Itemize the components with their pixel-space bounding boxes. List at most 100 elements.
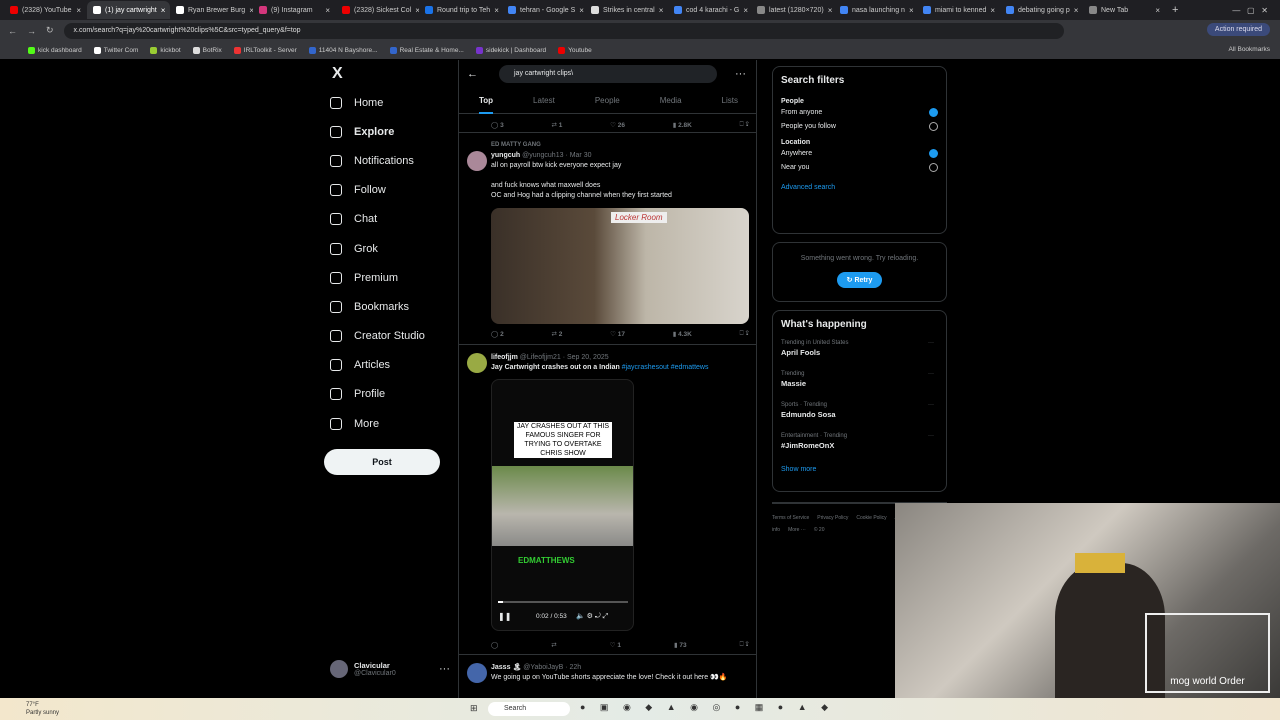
more-icon[interactable]: ··· — [928, 371, 934, 377]
close-tab-icon[interactable]: × — [1074, 6, 1079, 15]
tab-latest[interactable]: Latest — [533, 92, 555, 113]
more-icon[interactable]: ··· — [928, 433, 934, 439]
search-input[interactable]: jay cartwright clips\ — [499, 65, 717, 83]
retry-button[interactable]: ↻ Retry — [836, 272, 883, 288]
window-controls[interactable]: — ▢ ✕ — [1232, 6, 1268, 15]
bookmark-share[interactable]: ⎕ ⇪ — [740, 330, 749, 338]
tweet[interactable]: lifeofjjm @Lifeofjjm21 · Sep 20, 2025 Ja… — [459, 344, 756, 654]
video-progress[interactable] — [498, 601, 628, 603]
views-button[interactable]: ▮ 2.8K — [673, 121, 692, 129]
more-icon[interactable]: ··· — [928, 340, 934, 346]
filter-near-you[interactable]: Near you — [781, 160, 938, 174]
close-tab-icon[interactable]: × — [909, 6, 914, 15]
post-button[interactable]: Post — [324, 449, 440, 475]
close-tab-icon[interactable]: × — [76, 6, 81, 15]
bookmark-item[interactable]: Twitter Com — [93, 46, 138, 54]
bookmark-item[interactable]: BotRix — [192, 46, 222, 54]
x-logo[interactable]: X — [324, 60, 454, 88]
retweet-button[interactable]: ⇄ 1 — [551, 121, 562, 129]
reply-button[interactable]: ◯ 2 — [491, 330, 504, 338]
close-tab-icon[interactable]: × — [990, 6, 995, 15]
filter-anywhere[interactable]: Anywhere — [781, 146, 938, 160]
show-more-link[interactable]: Show more — [781, 466, 938, 473]
pause-icon[interactable]: ❚❚ — [498, 612, 511, 621]
nav-item-notifications[interactable]: Notifications — [324, 146, 454, 175]
start-icon[interactable]: ⊞ — [470, 703, 478, 714]
nav-item-chat[interactable]: Chat — [324, 205, 454, 234]
forward-icon[interactable]: → — [27, 26, 36, 36]
bookmark-item[interactable]: sidekick | Dashboard — [475, 46, 546, 54]
bookmark-item[interactable]: IRLToolkit - Server — [233, 46, 297, 54]
browser-tab[interactable]: nasa launching n × — [834, 1, 917, 19]
browser-tab[interactable]: Round trip to Teh × — [419, 1, 502, 19]
tweet[interactable]: ED MATTY GANG yungcuh @yungcuh13 · Mar 3… — [459, 132, 756, 338]
close-tab-icon[interactable]: × — [659, 6, 664, 15]
trend-item[interactable]: Trending in United States April Fools ··· — [781, 340, 938, 371]
reply-button[interactable]: ◯ — [491, 641, 498, 649]
all-bookmarks[interactable]: All Bookmarks — [1228, 46, 1270, 53]
browser-tab[interactable]: (2328) Sickest Col × — [336, 1, 419, 19]
nav-item-bookmarks[interactable]: Bookmarks — [324, 292, 454, 321]
nav-item-follow[interactable]: Follow — [324, 176, 454, 205]
url-input[interactable]: x.com/search?q=jay%20cartwright%20clips%… — [63, 22, 1064, 39]
tweet-image[interactable]: Locker Room — [491, 208, 749, 324]
browser-tab[interactable]: (2328) YouTube × — [4, 1, 87, 19]
nav-item-premium[interactable]: Premium — [324, 263, 454, 292]
more-icon[interactable]: ··· — [735, 68, 746, 80]
views-button[interactable]: ▮ 4.3K — [673, 330, 692, 338]
trend-item[interactable]: Entertainment · Trending #JimRomeOnX ··· — [781, 433, 938, 464]
hashtags[interactable]: #jaycrashesout #edmattews — [622, 364, 709, 371]
close-tab-icon[interactable]: × — [1155, 6, 1160, 15]
footer-link[interactable]: Cookie Policy — [856, 515, 886, 521]
bookmark-item[interactable]: 11404 N Bayshore... — [308, 46, 378, 54]
nav-item-explore[interactable]: Explore — [324, 117, 454, 146]
nav-item-profile[interactable]: Profile — [324, 380, 454, 409]
like-button[interactable]: ♡ 1 — [610, 641, 621, 649]
tab-media[interactable]: Media — [660, 92, 682, 113]
video-controls[interactable]: 🔈 ⚙ ⤾ ⤢ — [576, 612, 608, 621]
new-tab-button[interactable]: + — [1172, 4, 1178, 16]
browser-tab[interactable]: (9) Instagram × — [253, 1, 336, 19]
nav-item-articles[interactable]: Articles — [324, 351, 454, 380]
browser-tab[interactable]: Strikes in central × — [585, 1, 668, 19]
video-player[interactable]: JAY CRASHES OUT AT THIS FAMOUS SINGER FO… — [491, 379, 634, 631]
like-button[interactable]: ♡ 17 — [610, 330, 625, 338]
tab-top[interactable]: Top — [478, 92, 494, 114]
more-icon[interactable]: ··· — [928, 402, 934, 408]
close-tab-icon[interactable]: × — [494, 6, 499, 15]
trend-item[interactable]: Trending Massie ··· — [781, 371, 938, 402]
author-name[interactable]: yungcuh — [491, 152, 520, 159]
bookmark-share[interactable]: ⎕ ⇪ — [740, 121, 749, 129]
close-tab-icon[interactable]: × — [325, 6, 330, 15]
back-arrow-icon[interactable]: ← — [467, 68, 478, 80]
footer-link[interactable]: Terms of Service — [772, 515, 809, 521]
reload-icon[interactable]: ↻ — [46, 25, 54, 36]
bookmark-item[interactable]: kickbot — [150, 46, 181, 54]
close-tab-icon[interactable]: × — [743, 6, 748, 15]
browser-tab[interactable]: New Tab × — [1083, 1, 1166, 19]
like-button[interactable]: ♡ 26 — [610, 121, 625, 129]
author-name[interactable]: Jasss 🏝 — [491, 664, 521, 671]
nav-item-grok[interactable]: Grok — [324, 234, 454, 263]
footer-link[interactable]: More ··· — [788, 527, 806, 533]
taskbar-search[interactable]: Search — [488, 702, 570, 716]
browser-tab[interactable]: miami to kenned × — [917, 1, 1000, 19]
action-required-button[interactable]: Action required — [1206, 23, 1270, 36]
nav-item-creator-studio[interactable]: Creator Studio — [324, 322, 454, 351]
close-tab-icon[interactable]: × — [579, 6, 584, 15]
browser-tab[interactable]: tehran - Google S × — [502, 1, 585, 19]
author-name[interactable]: lifeofjjm — [491, 354, 518, 361]
filter-from-anyone[interactable]: From anyone — [781, 105, 938, 119]
advanced-search-link[interactable]: Advanced search — [781, 184, 938, 191]
browser-tab[interactable]: Ryan Brewer Burg × — [170, 1, 253, 19]
close-tab-icon[interactable]: × — [828, 6, 833, 15]
reply-button[interactable]: ◯ 3 — [491, 121, 504, 129]
bookmark-item[interactable]: Real Estate & Home... — [389, 46, 464, 54]
browser-tab[interactable]: cod 4 karachi - G × — [668, 1, 751, 19]
bookmark-share[interactable]: ⎕ ⇪ — [740, 641, 749, 649]
browser-tab[interactable]: debating going p × — [1000, 1, 1083, 19]
trend-item[interactable]: Sports · Trending Edmundo Sosa ··· — [781, 402, 938, 433]
views-button[interactable]: ▮ 73 — [674, 641, 687, 649]
back-icon[interactable]: ← — [8, 26, 17, 36]
retweet-button[interactable]: ⇄ 2 — [551, 330, 562, 338]
